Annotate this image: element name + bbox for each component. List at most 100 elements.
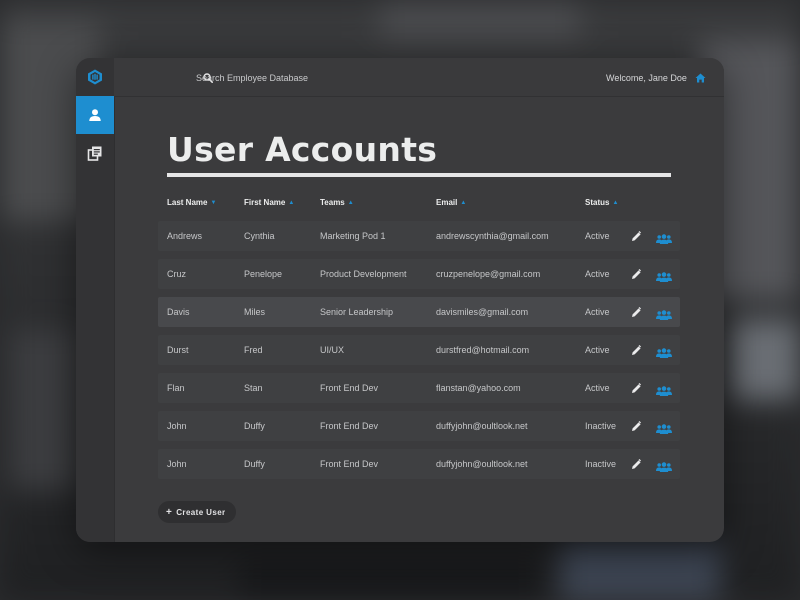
email-cell: flanstan@yahoo.com	[436, 383, 521, 393]
first-name-cell: Cynthia	[244, 231, 275, 241]
edit-button[interactable]	[630, 344, 642, 356]
email-cell: cruzpenelope@gmail.com	[436, 269, 541, 279]
create-user-button[interactable]: + Create User	[158, 501, 236, 523]
email-cell: andrewscynthia@gmail.com	[436, 231, 549, 241]
team-button[interactable]	[656, 307, 672, 320]
sort-asc-icon: ▲	[460, 200, 467, 206]
group-icon	[656, 234, 672, 244]
group-icon	[656, 386, 672, 396]
column-header-teams[interactable]: Teams ▲	[320, 198, 354, 207]
search-input[interactable]	[196, 69, 436, 87]
home-icon[interactable]	[695, 73, 706, 83]
group-icon	[656, 462, 672, 472]
table-row[interactable]: Durst Fred UI/UX durstfred@hotmail.com A…	[158, 335, 680, 365]
last-name-cell: Davis	[167, 307, 190, 317]
first-name-cell: Duffy	[244, 459, 265, 469]
first-name-cell: Stan	[244, 383, 263, 393]
sort-asc-icon: ▲	[347, 200, 354, 206]
first-name-cell: Penelope	[244, 269, 283, 279]
pencil-icon	[631, 306, 641, 317]
app-window: Welcome, Jane Doe User Accounts Last Nam…	[76, 58, 724, 542]
page-title: User Accounts	[167, 130, 438, 169]
status-cell: Inactive	[585, 421, 617, 431]
table-row[interactable]: Cruz Penelope Product Development cruzpe…	[158, 259, 680, 289]
table-row[interactable]: Flan Stan Front End Dev flanstan@yahoo.c…	[158, 373, 680, 403]
group-icon	[656, 310, 672, 320]
first-name-cell: Fred	[244, 345, 263, 355]
email-cell: duffyjohn@oultlook.net	[436, 421, 528, 431]
last-name-cell: Cruz	[167, 269, 187, 279]
last-name-cell: John	[167, 459, 187, 469]
column-header-label: Status	[585, 198, 610, 207]
team-cell: UI/UX	[320, 345, 345, 355]
team-button[interactable]	[656, 269, 672, 282]
column-header-label: Teams	[320, 198, 345, 207]
column-header-label: Last Name	[167, 198, 208, 207]
documents-icon	[87, 146, 102, 161]
team-cell: Senior Leadership	[320, 307, 394, 317]
edit-button[interactable]	[630, 382, 642, 394]
email-cell: duffyjohn@oultlook.net	[436, 459, 528, 469]
last-name-cell: Flan	[167, 383, 185, 393]
column-header-label: First Name	[244, 198, 286, 207]
nav-documents-button[interactable]	[76, 134, 114, 172]
status-cell: Active	[585, 383, 610, 393]
last-name-cell: John	[167, 421, 187, 431]
team-button[interactable]	[656, 459, 672, 472]
plus-icon: +	[166, 506, 173, 518]
welcome-message: Welcome, Jane Doe	[606, 73, 687, 83]
first-name-cell: Duffy	[244, 421, 265, 431]
status-cell: Inactive	[585, 459, 617, 469]
column-header-label: Email	[436, 198, 458, 207]
pencil-icon	[631, 420, 641, 431]
team-cell: Front End Dev	[320, 421, 379, 431]
nav-users-button[interactable]	[76, 96, 114, 134]
team-cell: Product Development	[320, 269, 407, 279]
column-header-email[interactable]: Email ▲	[436, 198, 466, 207]
sidebar	[76, 58, 115, 542]
sort-desc-icon: ▼	[210, 200, 217, 206]
edit-button[interactable]	[630, 268, 642, 280]
edit-button[interactable]	[630, 420, 642, 432]
table-row[interactable]: John Duffy Front End Dev duffyjohn@oultl…	[158, 411, 680, 441]
table-row[interactable]: Davis Miles Senior Leadership davismiles…	[158, 297, 680, 327]
column-header-first-name[interactable]: First Name ▲	[244, 198, 294, 207]
last-name-cell: Andrews	[167, 231, 203, 241]
pencil-icon	[631, 458, 641, 469]
edit-button[interactable]	[630, 230, 642, 242]
team-cell: Front End Dev	[320, 459, 379, 469]
team-button[interactable]	[656, 345, 672, 358]
user-icon	[89, 109, 101, 121]
group-icon	[656, 348, 672, 358]
title-divider	[167, 173, 671, 177]
pencil-icon	[631, 382, 641, 393]
table-row[interactable]: John Duffy Front End Dev duffyjohn@oultl…	[158, 449, 680, 479]
status-cell: Active	[585, 307, 610, 317]
column-header-last-name[interactable]: Last Name ▼	[167, 198, 216, 207]
pencil-icon	[631, 268, 641, 279]
edit-button[interactable]	[630, 458, 642, 470]
team-cell: Front End Dev	[320, 383, 379, 393]
first-name-cell: Miles	[244, 307, 266, 317]
group-icon	[656, 272, 672, 282]
status-cell: Active	[585, 231, 610, 241]
sort-asc-icon: ▲	[288, 200, 295, 206]
create-user-label: Create User	[176, 507, 226, 517]
edit-button[interactable]	[630, 306, 642, 318]
team-cell: Marketing Pod 1	[320, 231, 386, 241]
top-bar: Welcome, Jane Doe	[114, 58, 724, 97]
team-button[interactable]	[656, 383, 672, 396]
team-button[interactable]	[656, 421, 672, 434]
status-cell: Active	[585, 269, 610, 279]
logo-icon[interactable]	[87, 69, 103, 85]
sort-asc-icon: ▲	[612, 200, 619, 206]
table-row[interactable]: Andrews Cynthia Marketing Pod 1 andrewsc…	[158, 221, 680, 251]
email-cell: davismiles@gmail.com	[436, 307, 529, 317]
email-cell: durstfred@hotmail.com	[436, 345, 530, 355]
pencil-icon	[631, 230, 641, 241]
last-name-cell: Durst	[167, 345, 189, 355]
group-icon	[656, 424, 672, 434]
team-button[interactable]	[656, 231, 672, 244]
pencil-icon	[631, 344, 641, 355]
column-header-status[interactable]: Status ▲	[585, 198, 618, 207]
